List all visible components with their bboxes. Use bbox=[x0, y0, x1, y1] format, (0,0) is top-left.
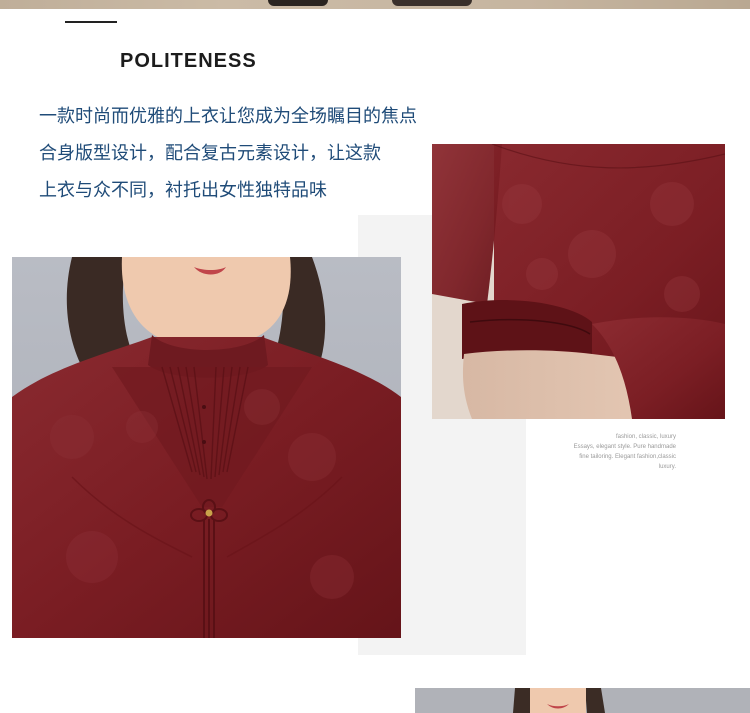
caption-line: fine tailoring. Elegant fashion,classic bbox=[579, 454, 676, 460]
model-photo-cropped bbox=[415, 688, 750, 713]
caption-line: fashion, classic, luxury bbox=[615, 434, 676, 440]
blouse-collar-photo bbox=[12, 257, 401, 638]
caption-line: luxury. bbox=[658, 464, 676, 470]
decorative-line bbox=[65, 21, 117, 23]
description-line: 上衣与众不同，衬托出女性独特品味 bbox=[39, 180, 327, 201]
blouse-sleeve-photo bbox=[432, 144, 725, 419]
top-product-photo-strip bbox=[0, 0, 750, 9]
description-line: 合身版型设计，配合复古元素设计，让这款 bbox=[39, 143, 381, 164]
shoe-image-fragment bbox=[392, 0, 472, 6]
product-description: 一款时尚而优雅的上衣让您成为全场瞩目的焦点 合身版型设计，配合复古元素设计，让这… bbox=[39, 98, 469, 209]
english-caption: fashion, classic, luxury Essays, elegant… bbox=[540, 432, 676, 472]
description-line: 一款时尚而优雅的上衣让您成为全场瞩目的焦点 bbox=[39, 106, 417, 127]
caption-line: Essays, elegant style. Pure handmade bbox=[573, 444, 676, 450]
section-heading: POLITENESS bbox=[120, 50, 257, 72]
shoe-image-fragment bbox=[268, 0, 328, 6]
